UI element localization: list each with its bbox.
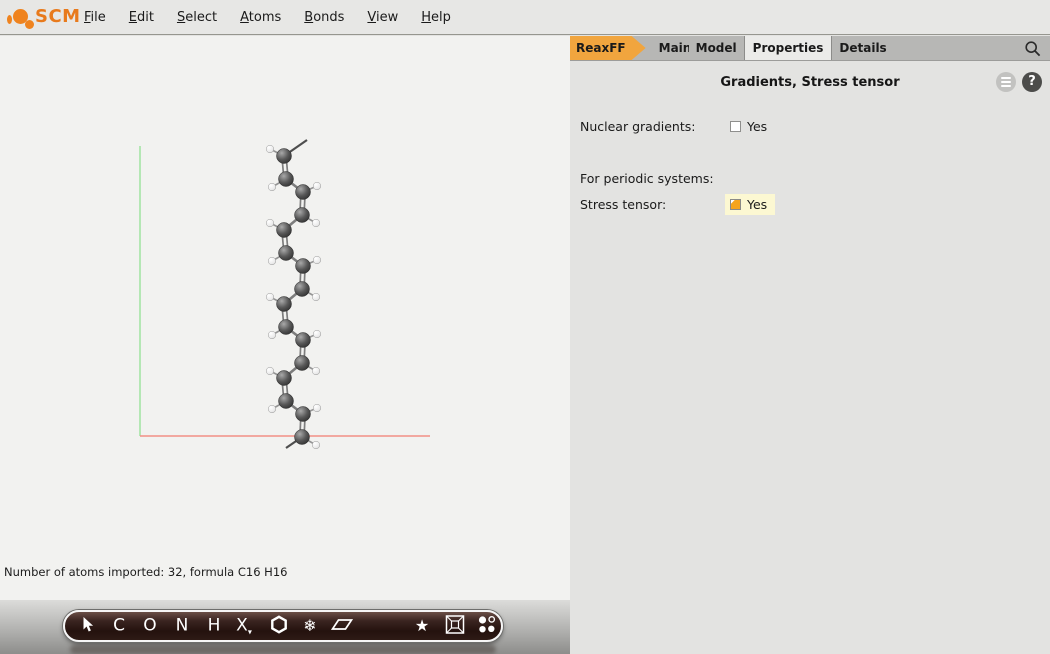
favorites-tool-icon[interactable]: ★ (415, 618, 429, 634)
add-carbon-tool[interactable]: C (113, 617, 125, 635)
hamburger-icon (1001, 85, 1011, 87)
hydrogen-atom[interactable] (267, 256, 277, 266)
carbon-atom[interactable] (278, 393, 294, 409)
pointer-tool-icon[interactable] (80, 616, 95, 636)
add-hydrogen-tool[interactable]: H (208, 617, 221, 635)
hydrogen-atom[interactable] (312, 255, 322, 265)
nuclear-gradients-row: Nuclear gradients: Yes (570, 116, 1050, 138)
carbon-atom[interactable] (278, 319, 294, 335)
hydrogen-atom[interactable] (267, 404, 277, 414)
status-text: Number of atoms imported: 32, formula C1… (4, 565, 288, 579)
add-ring-tool-icon[interactable] (271, 615, 288, 637)
menu-items: File Edit Select Atoms Bonds View Help (84, 10, 451, 25)
menu-bonds[interactable]: Bonds (304, 10, 344, 25)
dropdown-arrow-icon: ▾ (247, 627, 252, 637)
stress-tensor-control: Yes (725, 194, 776, 215)
hydrogen-atom[interactable] (311, 366, 321, 376)
logo-text: SCM (35, 6, 81, 27)
hamburger-icon (1001, 77, 1011, 79)
stress-tensor-row: Stress tensor: Yes (570, 194, 1050, 216)
stress-tensor-checkbox[interactable] (730, 199, 741, 210)
toolbar-reflection (70, 645, 496, 654)
page-title: Gradients, Stress tensor (720, 75, 900, 90)
carbon-atom[interactable] (276, 148, 292, 164)
tab-main[interactable]: Main (655, 36, 689, 60)
logo-dot-icon (7, 15, 12, 24)
logo-dot-icon (25, 20, 34, 29)
stress-tensor-value: Yes (747, 197, 768, 212)
atom-toolbar: C O N H X▾ ❄ ★ (63, 610, 503, 642)
carbon-atom[interactable] (294, 207, 310, 223)
molecule-viewer[interactable]: Number of atoms imported: 32, formula C1… (0, 36, 570, 600)
plane-tool-icon[interactable] (330, 617, 354, 636)
carbon-atom[interactable] (294, 429, 310, 445)
settings-panel: ReaxFF Main Model Properties Details Gradien… (570, 36, 1050, 654)
stress-tensor-label: Stress tensor: (580, 197, 667, 212)
menu-bar: SCM File Edit Select Atoms Bonds View Help (0, 0, 1050, 35)
toolbar-band: C O N H X▾ ❄ ★ (0, 600, 570, 654)
panel-menu-button[interactable] (996, 72, 1016, 92)
carbon-atom[interactable] (276, 296, 292, 312)
for-periodic-systems-label: For periodic systems: (580, 171, 714, 186)
hydrogen-atom[interactable] (311, 292, 321, 302)
carbon-atom[interactable] (295, 184, 311, 200)
carbon-atom[interactable] (294, 281, 310, 297)
nuclear-gradients-checkbox[interactable] (730, 121, 741, 132)
add-oxygen-tool[interactable]: O (143, 617, 156, 635)
menu-atoms[interactable]: Atoms (240, 10, 281, 25)
add-element-tool[interactable]: X▾ (236, 617, 252, 637)
scm-logo: SCM (4, 2, 80, 32)
carbon-atom[interactable] (278, 171, 294, 187)
menu-select[interactable]: Select (177, 10, 217, 25)
search-icon[interactable] (1024, 40, 1042, 58)
nuclear-gradients-value: Yes (747, 119, 768, 134)
nuclear-gradients-label: Nuclear gradients: (580, 119, 696, 134)
crystal-cell-tool-icon[interactable] (445, 615, 465, 638)
help-button[interactable]: ? (1022, 72, 1042, 92)
molecule-canvas[interactable] (0, 36, 570, 600)
tab-model[interactable]: Model (689, 36, 744, 60)
hydrogen-atom[interactable] (265, 144, 275, 154)
add-nitrogen-tool[interactable]: N (176, 617, 189, 635)
hydrogen-atom[interactable] (267, 182, 277, 192)
hydrogen-atom[interactable] (267, 330, 277, 340)
tab-properties[interactable]: Properties (743, 36, 833, 60)
hydrogen-atom[interactable] (265, 366, 275, 376)
menu-edit[interactable]: Edit (129, 10, 154, 25)
menu-view[interactable]: View (367, 10, 398, 25)
tab-reaxff[interactable]: ReaxFF (570, 36, 646, 60)
fragments-tool-icon[interactable] (478, 615, 497, 637)
for-periodic-systems-row: For periodic systems: (570, 168, 1050, 190)
carbon-atom[interactable] (278, 245, 294, 261)
carbon-atom[interactable] (276, 370, 292, 386)
carbon-atom[interactable] (276, 222, 292, 238)
axes-lines (139, 146, 430, 437)
tab-details[interactable]: Details (832, 36, 893, 60)
carbon-atom[interactable] (294, 355, 310, 371)
tab-bar: ReaxFF Main Model Properties Details (570, 36, 1050, 61)
hydrogen-atom[interactable] (265, 218, 275, 228)
menu-help[interactable]: Help (421, 10, 451, 25)
hydrogen-atom[interactable] (311, 440, 321, 450)
carbon-atom[interactable] (295, 406, 311, 422)
carbon-atom[interactable] (295, 258, 311, 274)
hydrogen-atom[interactable] (265, 292, 275, 302)
nuclear-gradients-control: Yes (725, 116, 775, 137)
hydrogen-atom[interactable] (311, 218, 321, 228)
hydrogen-atom[interactable] (312, 329, 322, 339)
hamburger-icon (1001, 81, 1011, 83)
hydrogen-atom[interactable] (312, 403, 322, 413)
carbon-atom[interactable] (295, 332, 311, 348)
freeze-tool-icon[interactable]: ❄ (303, 618, 316, 634)
hydrogen-atom[interactable] (312, 181, 322, 191)
menu-file[interactable]: File (84, 10, 106, 25)
